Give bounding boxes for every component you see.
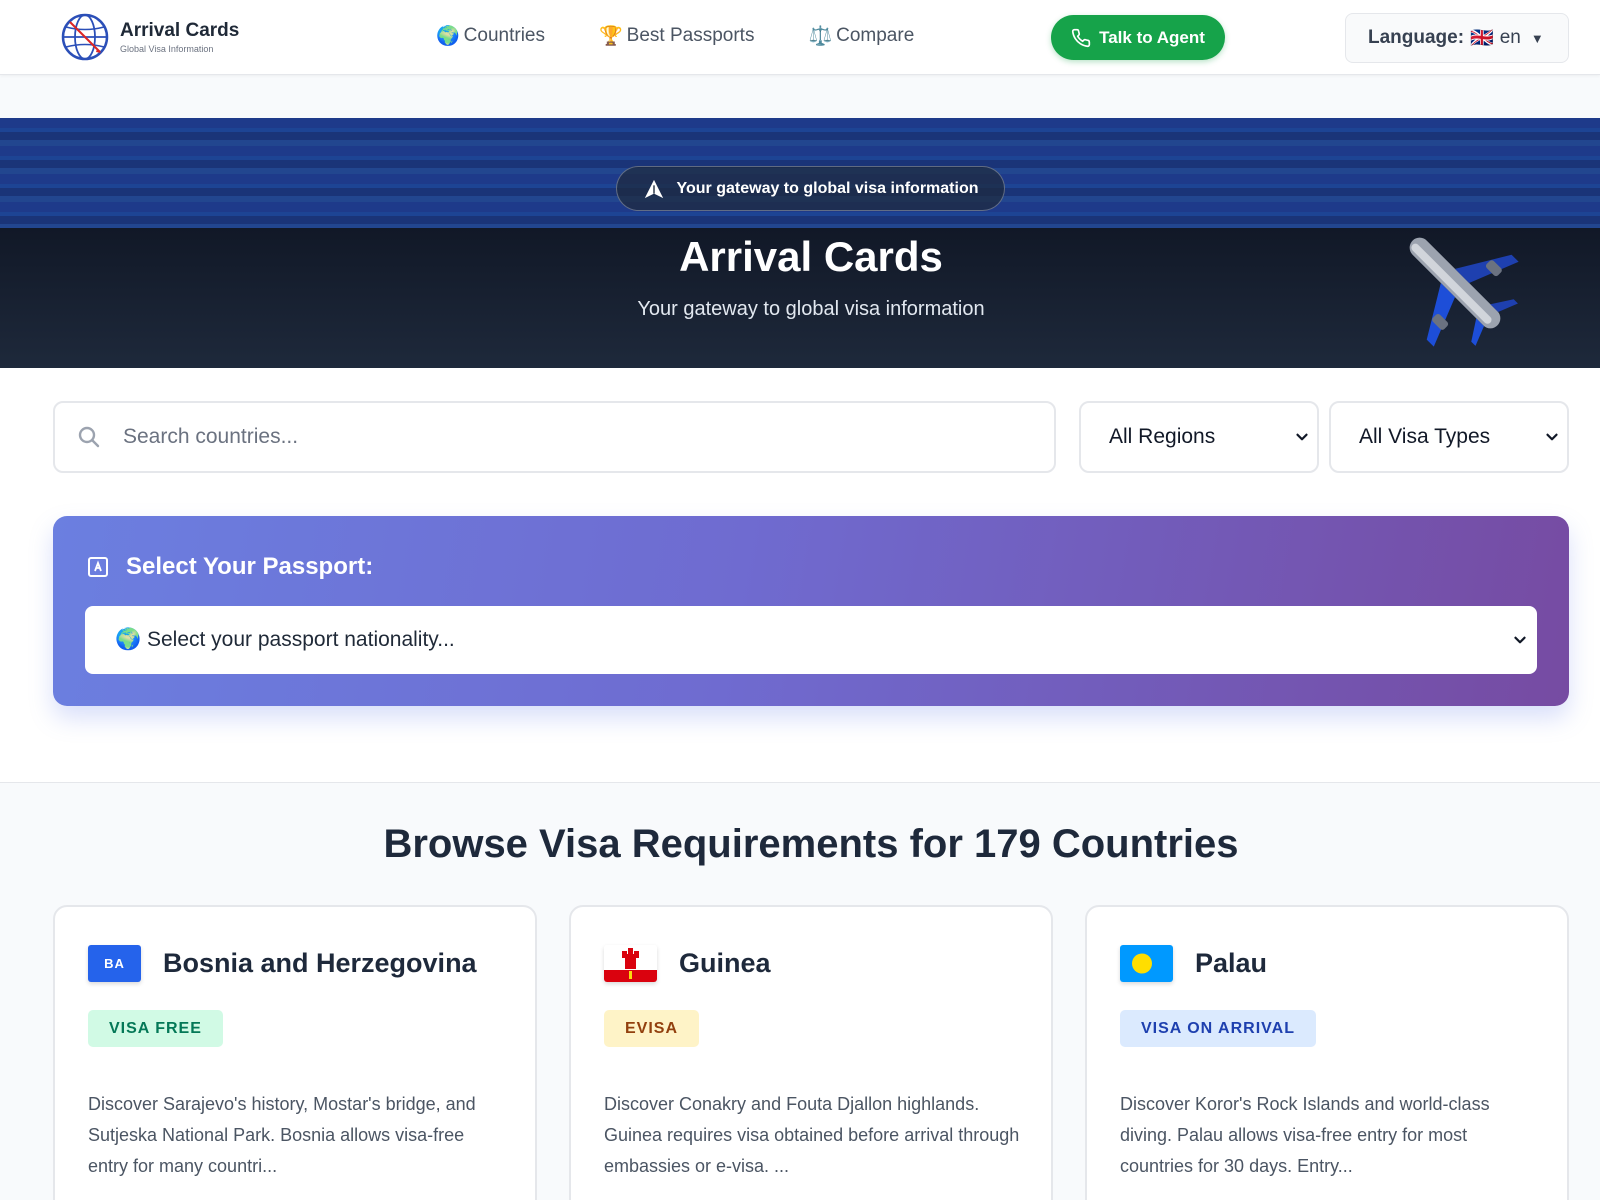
search-icon — [78, 426, 100, 448]
hero-badge-text: Your gateway to global visa information — [676, 179, 979, 197]
passport-label: Select Your Passport: — [126, 553, 374, 580]
passport-select-value: 🌍 Select your passport nationality... — [115, 628, 455, 651]
plane-departure-icon — [644, 179, 663, 198]
hero-subtitle: Your gateway to global visa information — [637, 298, 985, 320]
chevron-down-icon — [1296, 433, 1308, 441]
language-code: en — [1499, 27, 1521, 48]
nav-countries-label: Countries — [463, 25, 545, 46]
language-label: Language: — [1368, 27, 1465, 48]
uk-flag-icon: 🇬🇧 — [1470, 28, 1494, 49]
chevron-down-icon — [1546, 433, 1558, 441]
airplane-icon — [1409, 237, 1519, 347]
hero-banner: Your gateway to global visa information … — [0, 118, 1600, 368]
nav-compare-label: Compare — [836, 25, 915, 46]
card-header: BA Bosnia and Herzegovina — [88, 945, 477, 982]
visa-status-badge: VISA FREE — [88, 1010, 223, 1047]
top-navbar: Arrival Cards Global Visa Information 🌍 … — [0, 0, 1600, 75]
passport-panel: Select Your Passport: 🌍 Select your pass… — [53, 516, 1569, 706]
region-select[interactable]: All Regions — [1079, 401, 1319, 473]
country-card[interactable]: Guinea EVISA Discover Conakry and Fouta … — [569, 905, 1053, 1200]
region-select-value: All Regions — [1109, 425, 1216, 448]
visa-status-badge: EVISA — [604, 1010, 700, 1047]
trophy-icon: 🏆 — [599, 26, 623, 47]
browse-heading: Browse Visa Requirements for 179 Countri… — [383, 822, 1239, 866]
nav-countries[interactable]: 🌍 Countries — [436, 24, 545, 48]
talk-to-agent-button[interactable]: Talk to Agent — [1051, 15, 1225, 60]
phone-icon — [1072, 28, 1091, 47]
chevron-down-icon — [1514, 636, 1526, 644]
hero-badge: Your gateway to global visa information — [616, 166, 1005, 211]
passport-nationality-select[interactable]: 🌍 Select your passport nationality... — [85, 606, 1537, 674]
passport-icon — [88, 557, 108, 577]
nav-best-passports[interactable]: 🏆 Best Passports — [599, 24, 754, 48]
country-name: Palau — [1195, 948, 1268, 978]
search-box[interactable] — [53, 401, 1056, 473]
nav-best-passports-label: Best Passports — [626, 25, 755, 46]
caret-down-icon: ▼ — [1530, 30, 1544, 46]
language-selector[interactable]: Language: 🇬🇧 en ▼ — [1345, 13, 1569, 63]
country-description: Discover Sarajevo's history, Mostar's br… — [88, 1094, 476, 1176]
nav-compare[interactable]: ⚖️ Compare — [808, 24, 914, 48]
card-header: Guinea — [604, 945, 771, 982]
country-card[interactable]: Palau VISA ON ARRIVAL Discover Koror's R… — [1085, 905, 1569, 1200]
visa-type-select[interactable]: All Visa Types — [1329, 401, 1569, 473]
ba-flag-icon: BA — [88, 945, 141, 982]
search-section: All Regions All Visa Types Select Your P… — [0, 368, 1600, 783]
country-name: Guinea — [679, 948, 771, 978]
brand-title: Arrival Cards — [120, 20, 240, 41]
visa-status-badge: VISA ON ARRIVAL — [1120, 1010, 1316, 1047]
brand-logo[interactable]: Arrival Cards Global Visa Information — [60, 12, 239, 62]
gibraltar-flag-icon — [604, 945, 657, 982]
scales-icon: ⚖️ — [808, 26, 833, 47]
globe-logo-icon — [61, 13, 109, 61]
country-name: Bosnia and Herzegovina — [163, 948, 477, 978]
main-nav: 🌍 Countries 🏆 Best Passports ⚖️ Compare — [436, 24, 914, 48]
globe-icon: 🌍 — [436, 26, 460, 47]
brand-subtitle: Global Visa Information — [120, 44, 214, 54]
country-description: Discover Koror's Rock Islands and world-… — [1120, 1094, 1490, 1176]
visa-type-select-value: All Visa Types — [1359, 425, 1491, 448]
hero-title: Arrival Cards — [679, 233, 943, 280]
country-description: Discover Conakry and Fouta Djallon highl… — [604, 1094, 1020, 1176]
search-input[interactable] — [123, 425, 1003, 449]
palau-flag-icon — [1120, 945, 1173, 982]
card-header: Palau — [1120, 945, 1267, 982]
passport-label-row: Select Your Passport: — [86, 553, 373, 581]
talk-to-agent-label: Talk to Agent — [1099, 27, 1205, 47]
country-card[interactable]: BA Bosnia and Herzegovina VISA FREE Disc… — [53, 905, 537, 1200]
